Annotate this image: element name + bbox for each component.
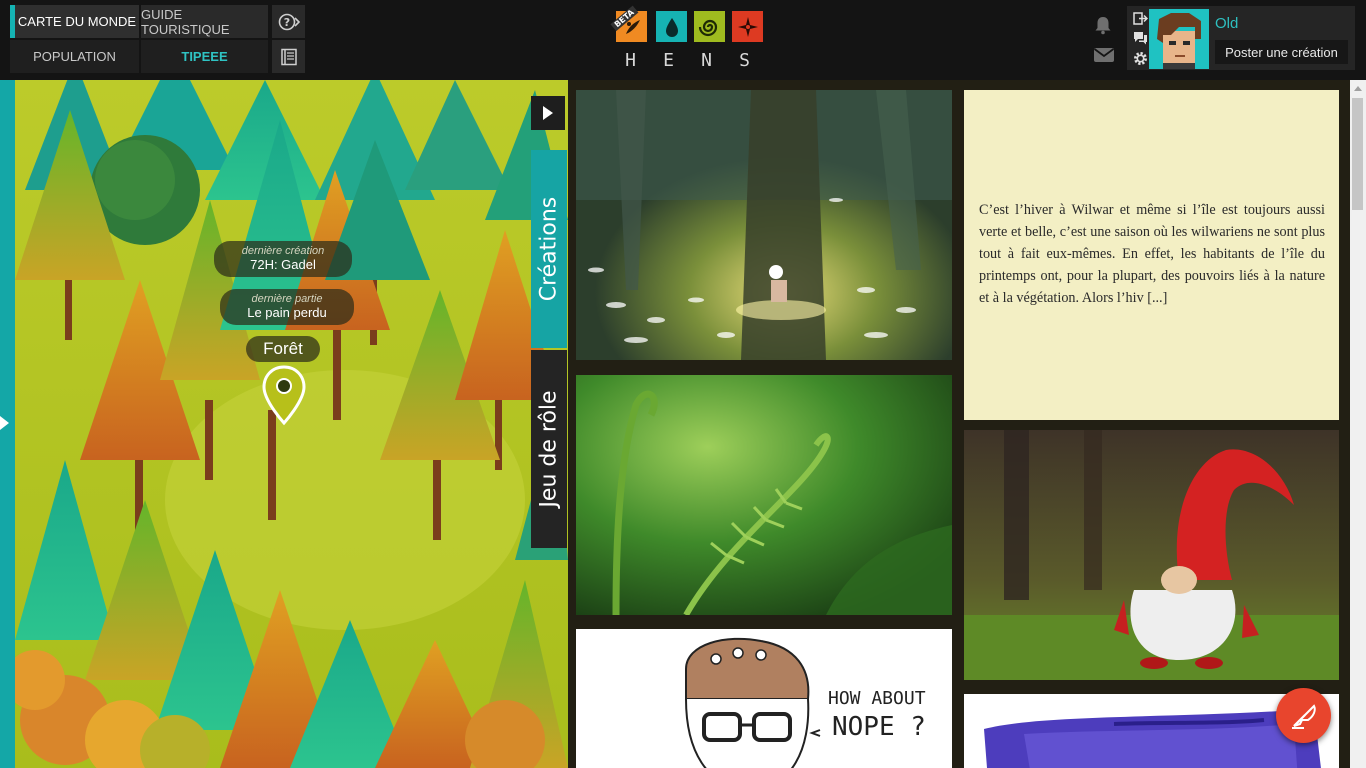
creation-card-drawing[interactable]: HOW ABOUT NOPE ? (576, 629, 952, 768)
expand-left-arrow-icon[interactable] (0, 416, 9, 430)
create-post-fab[interactable] (1276, 688, 1331, 743)
feed-scrollbar[interactable] (1350, 80, 1366, 768)
nav-carte-du-monde[interactable]: CARTE DU MONDE (10, 5, 139, 38)
user-panel: Old Poster une création (1127, 6, 1355, 70)
last-game-label: dernière partie (251, 293, 323, 305)
drawing-caption-1: HOW ABOUT (828, 688, 926, 709)
cartoon-drawing-image: HOW ABOUT NOPE ? (576, 629, 952, 768)
season-winter-drop-icon[interactable] (656, 11, 687, 42)
avatar[interactable] (1149, 9, 1209, 69)
last-creation-title: 72H: Gadel (250, 257, 316, 272)
creation-card-forest-painting[interactable] (576, 90, 952, 360)
last-creation-pill[interactable]: dernière création 72H: Gadel (214, 241, 352, 277)
logout-icon[interactable] (1132, 10, 1148, 26)
post-creation-button[interactable]: Poster une création (1215, 40, 1348, 64)
top-bar: CARTE DU MONDE GUIDE TOURISTIQUE POPULAT… (0, 0, 1366, 80)
collapse-panel-button[interactable] (531, 96, 565, 130)
bell-icon[interactable] (1093, 15, 1113, 40)
gnome-photo-image (964, 430, 1339, 680)
text-card-excerpt: C’est l’hiver à Wilwar et même si l’île … (979, 202, 1325, 306)
nav-guide-touristique[interactable]: GUIDE TOURISTIQUE (141, 5, 268, 38)
help-button[interactable]: ? (272, 5, 305, 38)
last-game-pill[interactable]: dernière partie Le pain perdu (220, 289, 354, 325)
forest-painting-image (576, 90, 952, 360)
scroll-up-arrow-icon[interactable] (1354, 86, 1362, 91)
tab-creations-label: Créations (536, 196, 562, 302)
settings-icon[interactable] (1132, 50, 1148, 66)
creations-feed: HOW ABOUT NOPE ? C’est l’hiver à Wilwar … (568, 80, 1350, 768)
help-question-icon: ? (278, 13, 300, 30)
logo-letters: H E N S (612, 50, 764, 71)
chat-icon[interactable] (1132, 30, 1148, 46)
last-game-title: Le pain perdu (247, 305, 327, 320)
logo-letter: E (663, 50, 675, 71)
username[interactable]: Old (1215, 15, 1238, 32)
notebook-icon (280, 48, 297, 65)
creation-card-gnome-photo[interactable] (964, 430, 1339, 680)
last-creation-label: dernière création (241, 245, 325, 257)
hens-logo[interactable]: BETA H E N S (610, 5, 764, 74)
season-spring-spiral-icon[interactable] (694, 11, 725, 42)
quill-pen-icon (1291, 703, 1316, 729)
drawing-caption-2: NOPE ? (832, 712, 926, 742)
scrollbar-thumb[interactable] (1352, 98, 1363, 210)
logo-letter: N (701, 50, 713, 71)
notebook-button[interactable] (272, 40, 305, 73)
location-name[interactable]: Forêt (246, 336, 320, 362)
fern-photo-image (576, 375, 952, 615)
mail-icon[interactable] (1093, 46, 1115, 69)
season-summer-compass-icon[interactable] (732, 11, 763, 42)
creation-card-text[interactable]: C’est l’hiver à Wilwar et même si l’île … (964, 90, 1339, 420)
logo-letter: H (625, 50, 637, 71)
creation-card-fern-photo[interactable] (576, 375, 952, 615)
nav-population[interactable]: POPULATION (10, 40, 139, 73)
map-pin-icon[interactable] (262, 365, 306, 432)
svg-text:?: ? (283, 16, 289, 29)
play-arrow-icon (543, 106, 553, 120)
tab-creations[interactable]: Créations (531, 150, 567, 348)
world-map[interactable]: dernière création 72H: Gadel dernière pa… (15, 80, 568, 768)
tab-jeu-de-role-label: Jeu de rôle (536, 390, 562, 508)
nav-tipeee[interactable]: TIPEEE (141, 40, 268, 73)
logo-letter: S (739, 50, 751, 71)
tab-jeu-de-role[interactable]: Jeu de rôle (531, 350, 567, 548)
